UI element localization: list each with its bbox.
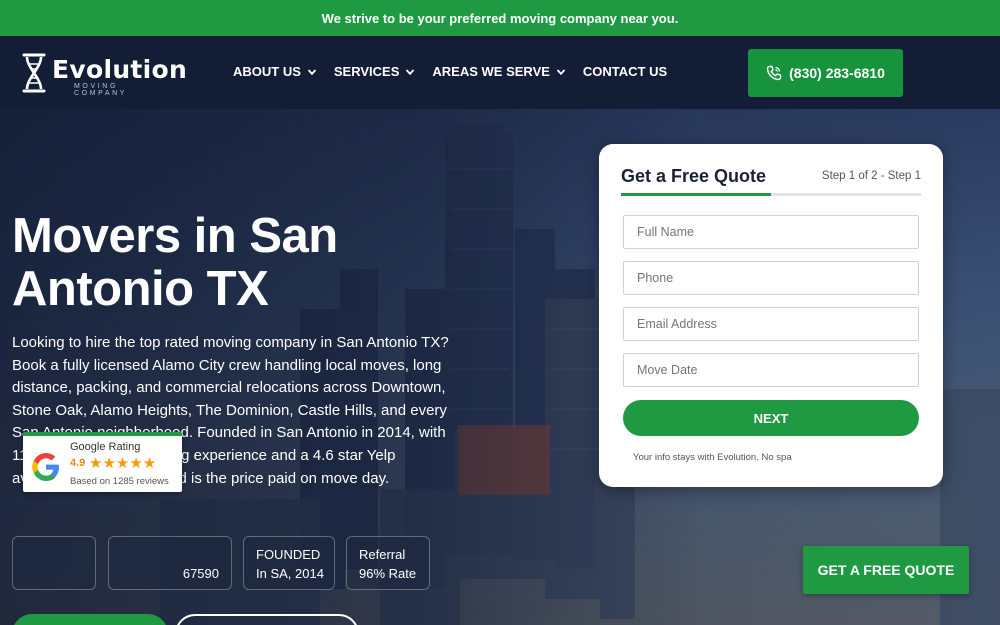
chevron-down-icon <box>307 68 317 75</box>
stat-card-1 <box>12 536 96 590</box>
hero-title: Movers in San Antonio TX <box>12 209 338 316</box>
rating-stars: ★★★★★ <box>89 455 157 472</box>
quote-form-card: Get a Free Quote Step 1 of 2 - Step 1 NE… <box>599 144 943 487</box>
phone-icon <box>766 65 782 81</box>
phone-field[interactable] <box>623 261 919 295</box>
stat-value: In SA, 2014 <box>256 566 324 581</box>
site-header: Evolution MOVING COMPANY ABOUT US SERVIC… <box>0 36 1000 109</box>
nav-label: ABOUT US <box>233 64 301 79</box>
move-date-field[interactable] <box>623 353 919 387</box>
nav-about-us[interactable]: ABOUT US <box>233 64 317 79</box>
phone-call-button[interactable]: (830) 283-6810 <box>748 49 903 97</box>
main-nav: ABOUT US SERVICES AREAS WE SERVE CONTACT… <box>233 64 667 79</box>
announcement-bar: We strive to be your preferred moving co… <box>0 0 1000 36</box>
brand-logo[interactable]: Evolution MOVING COMPANY <box>20 50 187 97</box>
announcement-text: We strive to be your preferred moving co… <box>321 10 679 26</box>
nav-areas-we-serve[interactable]: AREAS WE SERVE <box>432 64 566 79</box>
rating-review-count: Based on 1285 reviews <box>70 476 169 487</box>
floating-free-quote-button[interactable]: GET A FREE QUOTE <box>803 546 969 594</box>
chevron-down-icon <box>406 68 415 75</box>
nav-label: AREAS WE SERVE <box>432 64 550 79</box>
phone-number: (830) 283-6810 <box>789 65 885 81</box>
quote-form-step: Step 1 of 2 - Step 1 <box>821 170 921 182</box>
stat-card-founded: FOUNDED In SA, 2014 <box>243 536 335 590</box>
stat-label: Referral <box>359 547 406 562</box>
stat-card-referral: Referral 96% Rate <box>346 536 430 590</box>
hero-primary-button[interactable] <box>12 614 168 625</box>
chevron-down-icon <box>556 68 566 75</box>
quote-progress-track <box>621 193 921 196</box>
dna-hourglass-icon <box>22 53 46 93</box>
stat-value: 67590 <box>182 566 219 581</box>
google-rating-badge[interactable]: Google Rating 4.9 ★★★★★ Based on 1285 re… <box>23 432 182 492</box>
email-field[interactable] <box>623 307 919 341</box>
stat-card-2: 67590 <box>108 536 232 590</box>
brand-name: Evolution <box>52 55 188 84</box>
nav-services[interactable]: SERVICES <box>334 64 416 79</box>
quote-progress-fill <box>621 193 771 196</box>
stat-value: 96% Rate <box>359 566 417 581</box>
next-button[interactable]: NEXT <box>623 400 919 436</box>
privacy-note: Your info stays with Evolution. No spa <box>633 452 792 463</box>
google-g-icon <box>32 453 59 481</box>
nav-label: CONTACT US <box>582 64 668 79</box>
nav-label: SERVICES <box>333 64 400 79</box>
stat-label: FOUNDED <box>256 547 321 562</box>
quote-form-title: Get a Free Quote <box>621 166 767 186</box>
hero-secondary-button[interactable] <box>175 614 359 625</box>
rating-score: 4.9 <box>70 457 86 469</box>
nav-contact-us[interactable]: CONTACT US <box>583 64 667 79</box>
rating-title: Google Rating <box>70 441 141 453</box>
full-name-field[interactable] <box>623 215 919 249</box>
brand-subtitle: MOVING COMPANY <box>74 83 128 97</box>
